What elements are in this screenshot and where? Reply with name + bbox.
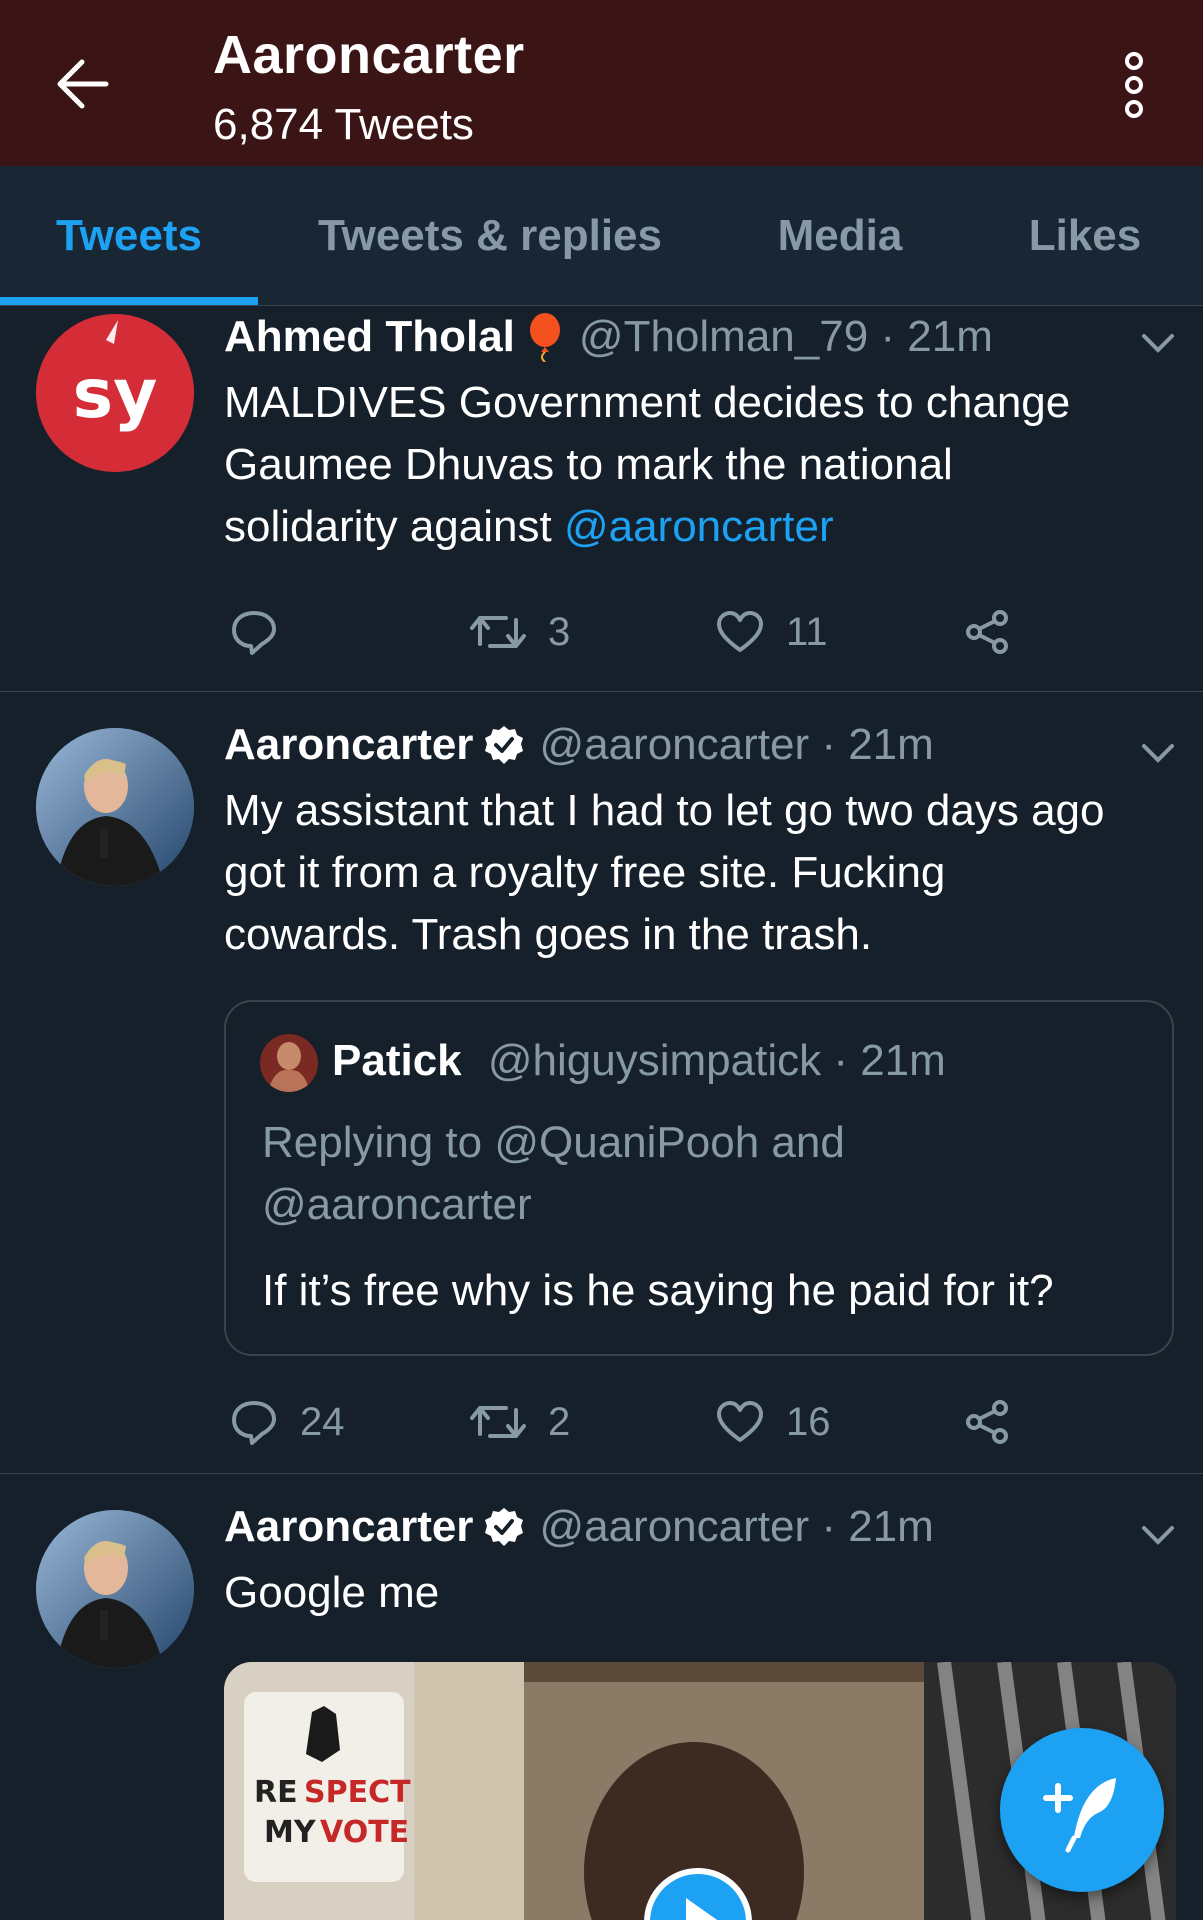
like-button[interactable]: 11 — [716, 602, 828, 662]
tweet-text-line: cowards. Trash goes in the trash. — [224, 910, 873, 959]
author-name[interactable]: Aaroncarter — [224, 1502, 473, 1552]
tweet-text-line: My assistant that I had to let go two da… — [224, 786, 1105, 835]
tweet-text-line: solidarity against — [224, 502, 564, 551]
author-name[interactable]: Aaroncarter — [224, 720, 473, 770]
quoted-tweet[interactable]: Patick @higuysimpatick · 21m Replying to… — [224, 1000, 1174, 1356]
reply-icon — [232, 611, 276, 655]
reply-button[interactable] — [230, 602, 300, 662]
tweet[interactable]: Aaroncarter @aaroncarter · 21m My assist… — [0, 692, 1203, 1474]
play-video-icon[interactable] — [644, 1868, 756, 1920]
tweet-text: MALDIVES Government decides to change Ga… — [224, 372, 1184, 558]
tweet-text-line: got it from a royalty free site. Fucking — [224, 848, 946, 897]
retweet-button[interactable]: 3 — [470, 602, 570, 662]
tweet-text-line: MALDIVES Government decides to change — [224, 378, 1071, 427]
retweet-icon — [470, 1406, 526, 1438]
svg-text:RE: RE — [254, 1775, 298, 1810]
quoted-header: Patick @higuysimpatick · 21m — [332, 1036, 946, 1086]
tweet[interactable]: sy Ahmed Tholal @Tholman_79 · 21m MALDIV… — [0, 306, 1203, 692]
share-icon — [966, 610, 1008, 654]
verified-badge-icon — [483, 724, 525, 766]
tab-tweets[interactable]: Tweets — [0, 166, 258, 306]
tweet-header: Aaroncarter @aaroncarter · 21m — [224, 1502, 934, 1552]
chevron-down-icon[interactable] — [1140, 742, 1176, 764]
quoted-text: If it’s free why is he saying he paid fo… — [262, 1266, 1054, 1315]
profile-header: Aaroncarter 6,874 Tweets — [0, 0, 1203, 166]
active-tab-indicator — [0, 297, 258, 305]
tweet-header: Aaroncarter @aaroncarter · 21m — [224, 720, 934, 770]
retweet-count: 3 — [548, 609, 571, 654]
tweet-text-line: Gaumee Dhuvas to mark the national — [224, 440, 953, 489]
like-count: 11 — [786, 609, 828, 654]
tweet-text: My assistant that I had to let go two da… — [224, 780, 1184, 966]
heart-icon — [717, 611, 763, 652]
tab-likes[interactable]: Likes — [990, 166, 1180, 306]
reply-icon — [232, 1401, 276, 1445]
chevron-down-icon[interactable] — [1140, 1524, 1176, 1546]
verified-badge-icon — [483, 1506, 525, 1548]
replying-to-line: @aaroncarter — [262, 1180, 532, 1229]
feather-plus-icon — [1043, 1778, 1116, 1853]
author-name[interactable]: Ahmed Tholal — [224, 312, 515, 362]
author-handle-time: @Tholman_79 · 21m — [578, 312, 993, 361]
retweet-button[interactable]: 2 — [470, 1392, 570, 1452]
replying-to: Replying to @QuaniPooh and @aaroncarter — [262, 1112, 845, 1236]
compose-tweet-button[interactable] — [1000, 1728, 1164, 1892]
tweet-count: 6,874 Tweets — [213, 100, 474, 149]
svg-text:SPECT: SPECT — [304, 1775, 411, 1810]
heart-icon — [717, 1401, 763, 1442]
profile-tabs: Tweets Tweets & replies Media Likes — [0, 166, 1203, 306]
replying-to-line: Replying to @QuaniPooh and — [262, 1118, 845, 1167]
tweet-actions: 24 2 16 — [224, 1392, 1024, 1452]
retweet-icon — [470, 616, 526, 648]
share-button[interactable] — [964, 1392, 1034, 1452]
like-count: 16 — [786, 1399, 831, 1444]
reply-button[interactable]: 24 — [230, 1392, 345, 1452]
balloon-icon — [525, 312, 565, 362]
like-button[interactable]: 16 — [716, 1392, 831, 1452]
mention-link[interactable]: @aaroncarter — [564, 502, 834, 551]
page-title: Aaroncarter — [213, 25, 525, 85]
avatar[interactable] — [36, 728, 194, 886]
author-handle-time: @aaroncarter · 21m — [539, 1502, 934, 1551]
author-handle-time: @aaroncarter · 21m — [539, 720, 934, 769]
avatar[interactable] — [36, 1510, 194, 1668]
quoted-author-handle-time: @higuysimpatick · 21m — [487, 1036, 946, 1085]
tweet-actions: 3 11 — [224, 602, 1024, 662]
svg-text:VOTE: VOTE — [320, 1815, 409, 1850]
chevron-down-icon[interactable] — [1140, 332, 1176, 354]
tweet-text: Google me — [224, 1568, 440, 1617]
tweet-header: Ahmed Tholal @Tholman_79 · 21m — [224, 312, 993, 362]
back-arrow-icon[interactable] — [52, 56, 112, 112]
svg-text:MY: MY — [264, 1815, 317, 1850]
avatar[interactable]: sy — [36, 314, 194, 472]
quoted-avatar — [260, 1034, 318, 1092]
more-options-icon[interactable] — [1110, 50, 1158, 120]
tab-media[interactable]: Media — [740, 166, 940, 306]
svg-text:sy: sy — [73, 355, 158, 434]
share-icon — [966, 1400, 1008, 1444]
tab-tweets-and-replies[interactable]: Tweets & replies — [290, 166, 690, 306]
share-button[interactable] — [964, 602, 1034, 662]
quoted-author-name: Patick — [332, 1036, 462, 1085]
reply-count: 24 — [300, 1399, 345, 1444]
retweet-count: 2 — [548, 1399, 571, 1444]
